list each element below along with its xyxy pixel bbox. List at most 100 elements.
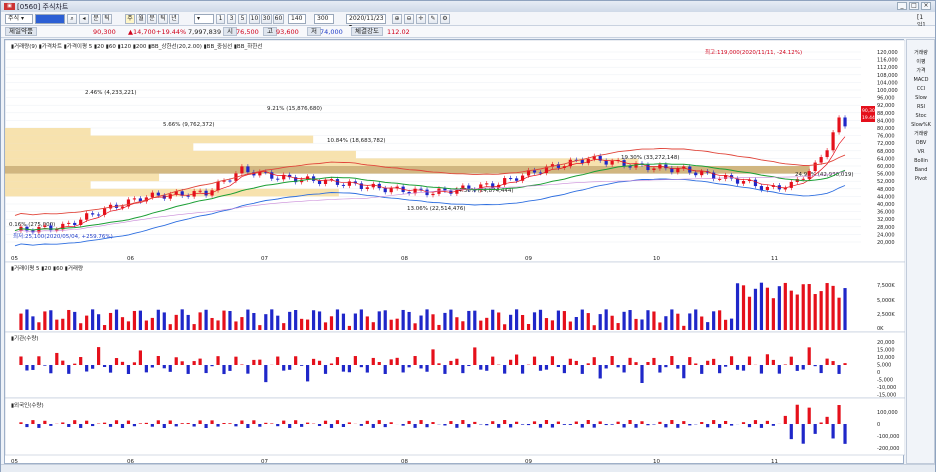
zoom-out-icon[interactable]: ⊖ bbox=[404, 14, 414, 24]
volume-bar bbox=[706, 322, 710, 330]
volume-bar bbox=[616, 323, 620, 330]
institution-bar bbox=[234, 356, 238, 365]
sidebar-indicator-10[interactable]: OBV bbox=[910, 140, 932, 146]
institution-bar bbox=[294, 356, 298, 365]
toolbar: 주식 ▾ ⌕ ◂ 분 틱 주 월 분 틱 년 ▾ 1 3 5 10 30 60 … bbox=[1, 12, 935, 30]
prev-stock-icon[interactable]: ◂ bbox=[79, 14, 89, 24]
stock-chart-svg[interactable]: 120,000 116,000112,000 108,000104,000 100,0… bbox=[4, 39, 906, 465]
period-week-button[interactable]: 주 bbox=[125, 14, 135, 24]
sidebar-indicator-5[interactable]: Slow bbox=[910, 95, 932, 101]
close-icon[interactable]: × bbox=[921, 2, 931, 10]
candle-body bbox=[389, 188, 393, 193]
price-axis-label: 36,000 bbox=[877, 210, 895, 216]
sidebar-indicator-14[interactable]: Pivot bbox=[910, 176, 932, 182]
minute-5-button[interactable]: 5 bbox=[238, 14, 247, 24]
institution-bar bbox=[341, 365, 346, 372]
period-year-button[interactable]: 년 bbox=[169, 14, 179, 24]
period-tick-button[interactable]: 틱 bbox=[102, 14, 112, 24]
volume-bar bbox=[288, 311, 292, 330]
institution-axis-label: 15,000 bbox=[877, 348, 895, 354]
institution-bar bbox=[735, 365, 740, 370]
minute-30-button[interactable]: 30 bbox=[261, 14, 272, 24]
period-tick2-button[interactable]: 틱 bbox=[158, 14, 168, 24]
volume-profile-bar-4 bbox=[5, 158, 639, 166]
volume-bar bbox=[807, 284, 811, 330]
institution-bar bbox=[425, 365, 429, 372]
volume-bar bbox=[724, 319, 728, 330]
zoom-in-icon[interactable]: ⊕ bbox=[392, 14, 402, 24]
minimize-icon[interactable]: _ bbox=[897, 2, 907, 10]
sidebar-indicator-7[interactable]: Stoc bbox=[910, 113, 932, 119]
foreign-bar bbox=[562, 424, 566, 425]
volume-profile-label-1: 9.21% (15,876,680) bbox=[267, 106, 322, 112]
sidebar-indicator-2[interactable]: 가격 bbox=[910, 68, 932, 74]
period-minute-button[interactable]: 분 bbox=[91, 14, 101, 24]
foreign-bar bbox=[174, 424, 178, 427]
institution-bar bbox=[19, 356, 23, 365]
settings-icon[interactable]: ⚙ bbox=[440, 14, 450, 24]
foreign-bar bbox=[258, 424, 262, 427]
institution-bar bbox=[198, 358, 202, 365]
sidebar-indicator-12[interactable]: Bollin bbox=[910, 158, 932, 164]
period-minute2-button[interactable]: 분 bbox=[147, 14, 157, 24]
crosshair-icon[interactable]: ✛ bbox=[416, 14, 426, 24]
high-price: 93,600 bbox=[276, 28, 299, 36]
maximize-icon[interactable]: □ bbox=[909, 2, 919, 10]
sidebar-indicator-6[interactable]: RSI bbox=[910, 104, 932, 110]
minute-3-button[interactable]: 3 bbox=[227, 14, 236, 24]
foreign-bar bbox=[574, 421, 578, 424]
volume-bar bbox=[580, 309, 584, 330]
volume-bar bbox=[138, 310, 142, 330]
volume-bar bbox=[73, 311, 77, 330]
title-bar: ▣ [0560] 주식차트 _ □ × bbox=[1, 1, 935, 12]
institution-bar bbox=[371, 357, 375, 365]
candle-body bbox=[55, 229, 59, 231]
market-select[interactable]: 주식 ▾ bbox=[5, 14, 33, 24]
volume-bar bbox=[240, 317, 244, 330]
sidebar-indicator-3[interactable]: MACD bbox=[910, 77, 932, 83]
institution-bar bbox=[335, 357, 340, 365]
institution-bar bbox=[85, 365, 89, 372]
volume-bar bbox=[311, 310, 316, 330]
institution-bar bbox=[729, 356, 734, 365]
sidebar-indicator-13[interactable]: Band bbox=[910, 167, 932, 173]
minute-60-button[interactable]: 60 bbox=[273, 14, 284, 24]
volume-bar bbox=[347, 325, 351, 330]
stock-code-input[interactable] bbox=[35, 14, 65, 24]
foreign-bar bbox=[210, 420, 214, 424]
minute-1-button[interactable]: 1 bbox=[216, 14, 225, 24]
foreign-bar bbox=[807, 407, 811, 424]
x-axis-label-price: 08 bbox=[401, 256, 408, 262]
foreign-axis-label: -100,000 bbox=[877, 434, 899, 440]
chart-area[interactable]: 120,000 116,000 112,000 108,000 104,000 100,0… bbox=[4, 39, 906, 465]
count-input[interactable]: 140 bbox=[288, 14, 306, 24]
search-icon[interactable]: ⌕ bbox=[67, 14, 77, 24]
institution-bar bbox=[162, 365, 166, 369]
sidebar-indicator-4[interactable]: CCI bbox=[910, 86, 932, 92]
foreign-bar bbox=[43, 420, 47, 424]
volume-bar bbox=[180, 309, 184, 330]
change-rate: +19.44% bbox=[156, 28, 187, 36]
sidebar-indicator-0[interactable]: 거래량 bbox=[910, 50, 932, 56]
volume-bar bbox=[31, 316, 35, 330]
volume-bar bbox=[168, 324, 172, 330]
institution-bar bbox=[67, 365, 71, 374]
minute-10-button[interactable]: 10 bbox=[249, 14, 260, 24]
sidebar-indicator-11[interactable]: VR bbox=[910, 149, 932, 155]
institution-bar bbox=[240, 364, 244, 365]
draw-tool-icon[interactable]: ✎ bbox=[428, 14, 438, 24]
institution-bar bbox=[825, 358, 829, 365]
volume-bar bbox=[729, 318, 734, 330]
sidebar-indicator-9[interactable]: 거래량 bbox=[910, 131, 932, 137]
date-input[interactable]: 2020/11/23 ▾ bbox=[346, 14, 386, 30]
volume-bar bbox=[503, 324, 507, 330]
sidebar-indicator-1[interactable]: 이평 bbox=[910, 59, 932, 65]
foreign-bar bbox=[580, 424, 584, 428]
foreign-bar bbox=[138, 423, 142, 424]
interval-select[interactable]: ▾ bbox=[194, 14, 214, 24]
institution-bar bbox=[515, 354, 519, 365]
sidebar-indicator-8[interactable]: Slow%K bbox=[910, 122, 932, 128]
period-month-button[interactable]: 월 bbox=[136, 14, 146, 24]
foreign-bar bbox=[126, 420, 131, 424]
volume-bar bbox=[19, 313, 23, 330]
